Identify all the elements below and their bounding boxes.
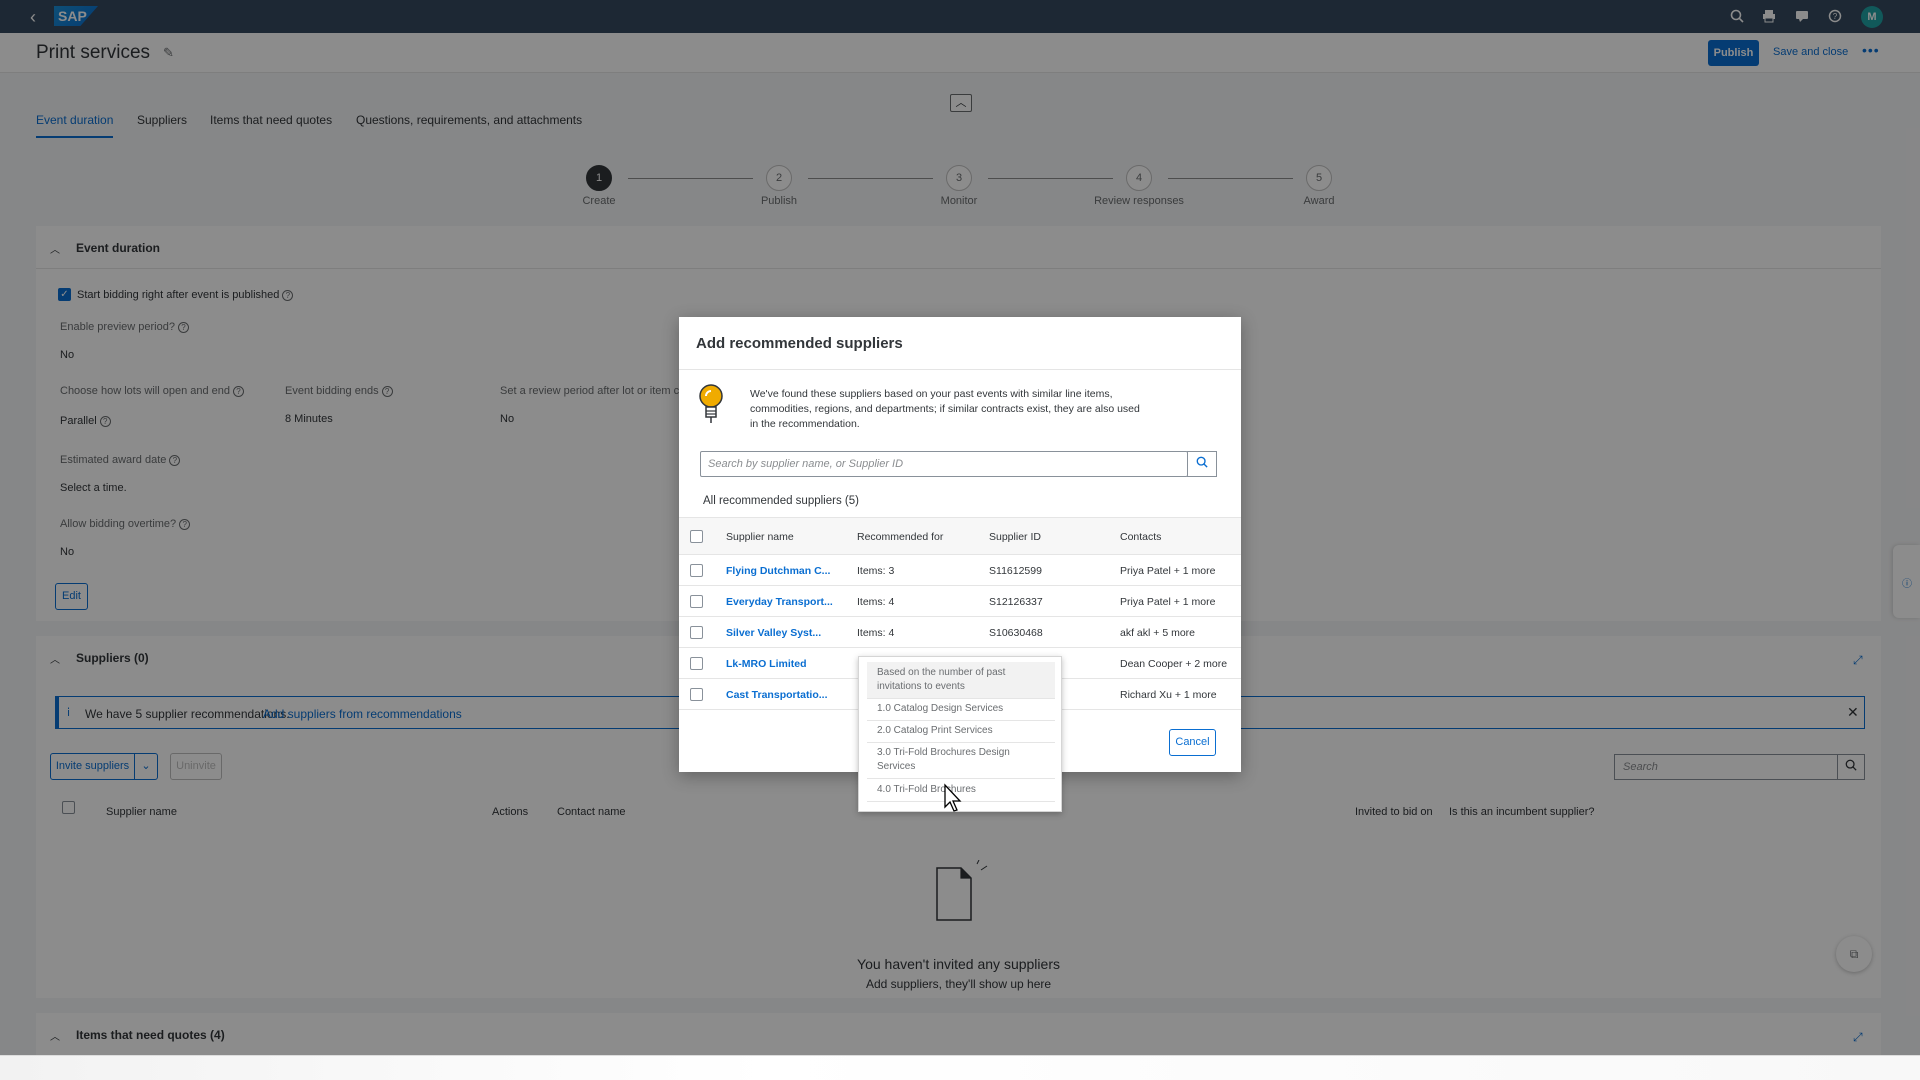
contacts[interactable]: Richard Xu + 1 more	[1120, 689, 1217, 701]
all-recommended-count: All recommended suppliers (5)	[703, 495, 859, 507]
supplier-id: S12126337	[989, 596, 1043, 608]
table-row[interactable]: Everyday Transport... Items: 4 S12126337…	[679, 586, 1241, 617]
bottom-bar	[0, 1055, 1920, 1080]
column-header: Supplier name	[726, 531, 794, 543]
row-checkbox[interactable]	[690, 595, 703, 608]
supplier-name-link[interactable]: Cast Transportatio...	[726, 689, 828, 701]
table-row[interactable]: Silver Valley Syst... Items: 4 S10630468…	[679, 617, 1241, 648]
cancel-button[interactable]: Cancel	[1169, 729, 1216, 756]
select-all-checkbox[interactable]	[690, 530, 703, 543]
table-header: Supplier name Recommended for Supplier I…	[679, 517, 1241, 555]
supplier-name-link[interactable]: Flying Dutchman C...	[726, 565, 830, 577]
search-placeholder: Search by supplier name, or Supplier ID	[708, 458, 904, 470]
recommended-for[interactable]: Items: 4	[857, 627, 894, 639]
supplier-name-link[interactable]: Lk-MRO Limited	[726, 658, 807, 670]
row-checkbox[interactable]	[690, 564, 703, 577]
row-checkbox[interactable]	[690, 688, 703, 701]
supplier-name-link[interactable]: Silver Valley Syst...	[726, 627, 821, 639]
table-row[interactable]: Flying Dutchman C... Items: 3 S11612599 …	[679, 555, 1241, 586]
popover-item: 1.0 Catalog Design Services	[867, 698, 1055, 721]
lightbulb-icon	[699, 384, 723, 423]
popover-item: 3.0 Tri-Fold Brochures Design Services	[867, 742, 1055, 779]
supplier-search-input[interactable]: Search by supplier name, or Supplier ID	[700, 451, 1188, 477]
column-header: Contacts	[1120, 531, 1162, 543]
mouse-cursor-icon	[944, 783, 962, 812]
contacts[interactable]: Dean Cooper + 2 more	[1120, 658, 1227, 670]
dialog-title: Add recommended suppliers	[696, 335, 903, 352]
recommendation-info: We've found these suppliers based on you…	[750, 388, 1140, 430]
row-checkbox[interactable]	[690, 657, 703, 670]
popover-item: 2.0 Catalog Print Services	[867, 720, 1055, 743]
supplier-id: S11612599	[989, 565, 1042, 577]
contacts[interactable]: Priya Patel + 1 more	[1120, 565, 1215, 577]
column-header: Supplier ID	[989, 531, 1041, 543]
popover-header: Based on the number of past invitations …	[867, 662, 1055, 699]
column-header: Recommended for	[857, 531, 944, 543]
search-icon[interactable]	[1187, 451, 1217, 477]
supplier-id: S10630468	[989, 627, 1043, 639]
recommended-for[interactable]: Items: 4	[857, 596, 894, 608]
contacts[interactable]: Priya Patel + 1 more	[1120, 596, 1215, 608]
divider	[679, 369, 1241, 370]
recommended-for[interactable]: Items: 3	[857, 565, 894, 577]
supplier-name-link[interactable]: Everyday Transport...	[726, 596, 833, 608]
row-checkbox[interactable]	[690, 626, 703, 639]
contacts[interactable]: akf akl + 5 more	[1120, 627, 1195, 639]
